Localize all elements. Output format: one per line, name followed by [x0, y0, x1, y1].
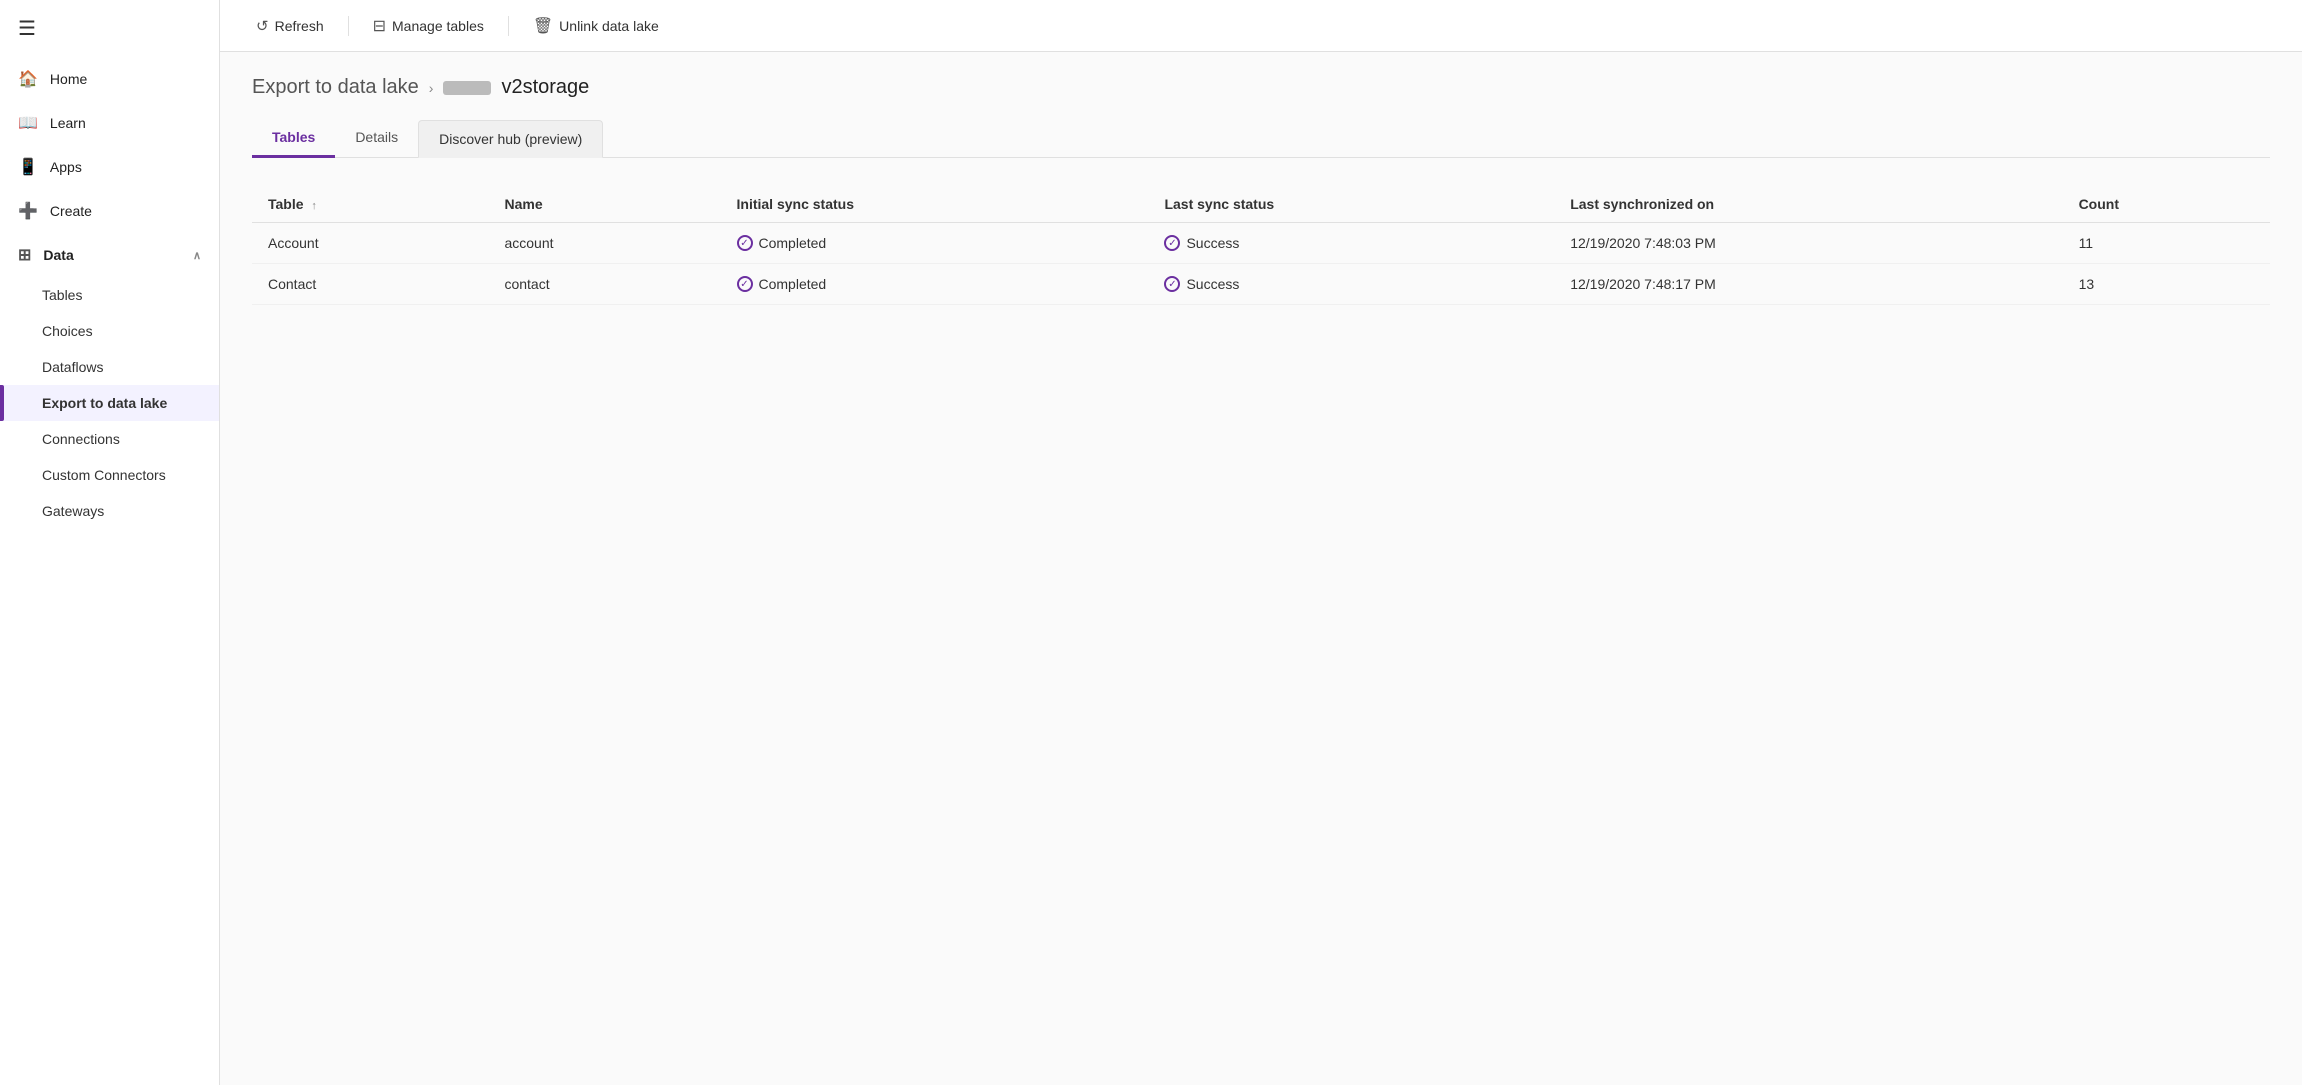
- sidebar-item-learn[interactable]: 📖 Learn: [0, 101, 219, 145]
- cell-last-sync-on-2: 12/19/2020 7:48:17 PM: [1554, 264, 2062, 305]
- breadcrumb-child-label: v2storage: [501, 76, 589, 99]
- page-content: Export to data lake › v2storage Tables D…: [220, 52, 2302, 1085]
- status-completed-2: ✓ Completed: [737, 276, 1133, 292]
- sort-icon: ↑: [311, 200, 317, 212]
- main-content: ↺ Refresh ⊟ Manage tables 🗑 Unlink data …: [220, 0, 2302, 1085]
- unlink-data-lake-button[interactable]: 🗑 Unlink data lake: [521, 10, 671, 42]
- hamburger-icon: ☰: [18, 18, 36, 40]
- sidebar-item-create[interactable]: ➕ Create: [0, 189, 219, 233]
- toolbar: ↺ Refresh ⊟ Manage tables 🗑 Unlink data …: [220, 0, 2302, 52]
- cell-last-sync-1: ✓ Success: [1148, 223, 1554, 264]
- sidebar-item-home[interactable]: 🏠 Home: [0, 57, 219, 101]
- breadcrumb-child: v2storage: [443, 76, 589, 99]
- cell-initial-sync-1: ✓ Completed: [721, 223, 1149, 264]
- sidebar-item-home-label: Home: [50, 71, 87, 87]
- tab-details[interactable]: Details: [335, 119, 418, 158]
- sidebar-sub-item-export-to-data-lake[interactable]: Export to data lake: [0, 385, 219, 421]
- col-header-name[interactable]: Name: [488, 186, 720, 223]
- col-header-initial-sync-status[interactable]: Initial sync status: [721, 186, 1149, 223]
- table-body: Account account ✓ Completed ✓ Success: [252, 223, 2270, 305]
- sidebar-item-learn-label: Learn: [50, 115, 86, 131]
- col-header-last-synchronized-on[interactable]: Last synchronized on: [1554, 186, 2062, 223]
- manage-tables-label: Manage tables: [392, 18, 484, 34]
- sidebar-item-apps[interactable]: 📱 Apps: [0, 145, 219, 189]
- sidebar-item-data[interactable]: ⊞ Data ∧: [0, 233, 219, 277]
- data-table: Table ↑ Name Initial sync status Last sy…: [252, 186, 2270, 305]
- create-icon: ➕: [18, 201, 38, 221]
- toolbar-separator-1: [348, 16, 349, 36]
- sidebar-sub-item-choices[interactable]: Choices: [0, 313, 219, 349]
- sidebar-sub-item-connections[interactable]: Connections: [0, 421, 219, 457]
- table-row: Account account ✓ Completed ✓ Success: [252, 223, 2270, 264]
- table-row: Contact contact ✓ Completed ✓ Success: [252, 264, 2270, 305]
- toolbar-separator-2: [508, 16, 509, 36]
- refresh-button[interactable]: ↺ Refresh: [244, 11, 336, 41]
- sidebar-sub-item-gateways[interactable]: Gateways: [0, 493, 219, 529]
- data-icon: ⊞: [18, 245, 31, 265]
- cell-last-sync-2: ✓ Success: [1148, 264, 1554, 305]
- sidebar: ☰ 🏠 Home 📖 Learn 📱 Apps ➕ Create ⊞ Data …: [0, 0, 220, 1085]
- col-header-table[interactable]: Table ↑: [252, 186, 488, 223]
- breadcrumb-chevron-icon: ›: [429, 80, 434, 96]
- tab-tables[interactable]: Tables: [252, 119, 335, 158]
- completed-icon-1: ✓: [737, 235, 753, 251]
- sidebar-item-data-label: Data: [43, 247, 73, 263]
- status-success-1: ✓ Success: [1164, 235, 1538, 251]
- completed-icon-2: ✓: [737, 276, 753, 292]
- home-icon: 🏠: [18, 69, 38, 89]
- apps-icon: 📱: [18, 157, 38, 177]
- sidebar-sub-item-dataflows[interactable]: Dataflows: [0, 349, 219, 385]
- data-expand-icon: ∧: [193, 249, 201, 262]
- success-icon-1: ✓: [1164, 235, 1180, 251]
- sidebar-sub-item-custom-connectors[interactable]: Custom Connectors: [0, 457, 219, 493]
- tabs: Tables Details Discover hub (preview): [252, 119, 2270, 158]
- cell-last-sync-on-1: 12/19/2020 7:48:03 PM: [1554, 223, 2062, 264]
- manage-tables-button[interactable]: ⊟ Manage tables: [361, 10, 496, 42]
- unlink-data-lake-label: Unlink data lake: [559, 18, 659, 34]
- table-header-row: Table ↑ Name Initial sync status Last sy…: [252, 186, 2270, 223]
- hamburger-button[interactable]: ☰: [0, 0, 219, 57]
- cell-count-1: 11: [2063, 223, 2270, 264]
- redacted-block: [443, 81, 491, 95]
- tab-discover-hub[interactable]: Discover hub (preview): [418, 120, 603, 158]
- learn-icon: 📖: [18, 113, 38, 133]
- cell-name-1: account: [488, 223, 720, 264]
- breadcrumb: Export to data lake › v2storage: [252, 76, 2270, 99]
- status-completed-1: ✓ Completed: [737, 235, 1133, 251]
- refresh-label: Refresh: [275, 18, 324, 34]
- table-header: Table ↑ Name Initial sync status Last sy…: [252, 186, 2270, 223]
- cell-name-2: contact: [488, 264, 720, 305]
- col-header-count[interactable]: Count: [2063, 186, 2270, 223]
- cell-table-1: Account: [252, 223, 488, 264]
- unlink-icon: 🗑: [533, 16, 553, 36]
- sidebar-item-create-label: Create: [50, 203, 92, 219]
- sidebar-sub-item-tables[interactable]: Tables: [0, 277, 219, 313]
- status-success-2: ✓ Success: [1164, 276, 1538, 292]
- success-icon-2: ✓: [1164, 276, 1180, 292]
- col-header-last-sync-status[interactable]: Last sync status: [1148, 186, 1554, 223]
- cell-initial-sync-2: ✓ Completed: [721, 264, 1149, 305]
- cell-count-2: 13: [2063, 264, 2270, 305]
- cell-table-2: Contact: [252, 264, 488, 305]
- sidebar-item-apps-label: Apps: [50, 159, 82, 175]
- breadcrumb-parent[interactable]: Export to data lake: [252, 76, 419, 99]
- refresh-icon: ↺: [256, 17, 269, 35]
- manage-tables-icon: ⊟: [373, 16, 386, 36]
